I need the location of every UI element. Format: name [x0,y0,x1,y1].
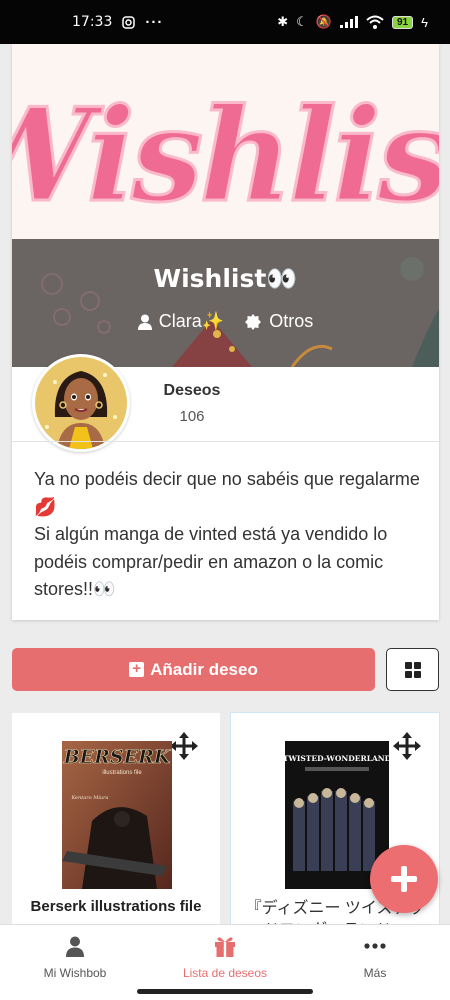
battery-icon: 91 [391,15,414,29]
wishlist-banner: Wishlist [12,44,439,239]
stats-label: Deseos [163,382,221,399]
home-indicator [137,989,313,994]
nav-label: Mi Wishbob [43,966,107,980]
plus-square-icon: + [129,661,145,677]
description-line: Ya no podéis decir que no sabéis que reg… [34,469,420,517]
add-wish-fab[interactable] [370,845,438,913]
svg-text:TWISTED-WONDERLAND: TWISTED-WONDERLAND [285,754,389,763]
nav-item-mi-wishbob[interactable]: Mi Wishbob [0,925,150,1000]
description-line: Si algún manga de vinted está ya vendido… [34,524,388,599]
wishlist-title: Wishlist👀 [153,264,298,293]
wish-stats: Deseos 106 [157,382,227,425]
wifi-icon [366,15,384,29]
banner-decoration [41,257,439,367]
owner-name: Clara✨ [158,311,225,331]
avatar-illustration [35,357,127,449]
move-icon[interactable] [169,731,199,761]
add-wish-label: Añadir deseo [150,659,258,679]
nav-item-mas[interactable]: Más [300,925,450,1000]
category-name: Otros [269,311,314,331]
instagram-icon [122,15,136,29]
gift-icon [215,937,235,957]
wishlist-description: Ya no podéis decir que no sabéis que reg… [34,466,429,604]
svg-text:BERSERK: BERSERK [63,746,172,768]
book-cover-berserk: BERSERK illustrations file Kentaro Miura [62,741,172,889]
user-icon [66,936,84,957]
more-icon [364,943,386,949]
wishlist-category[interactable]: Otros [244,311,313,332]
mute-icon: 🔕 [315,14,332,29]
grid-view-button[interactable] [386,648,439,691]
add-wish-button[interactable]: + Añadir deseo [12,648,375,691]
moon-icon: ☾ [296,14,308,29]
nav-label: Más [363,966,387,980]
item-title[interactable]: Berserk illustrations file [12,898,220,915]
plus-icon [391,866,417,892]
move-icon[interactable] [392,731,422,761]
wishlist-meta: Clara✨ Otros [12,311,439,332]
charging-icon: ϟ [421,14,428,30]
more-icon: ··· [145,13,164,31]
wish-item-card[interactable]: BERSERK illustrations file Kentaro Miura… [12,713,220,928]
wishlist-header-card: Wishlist Wishlist👀 Clara✨ Otros [12,44,439,620]
nav-label: Lista de deseos [182,966,268,980]
wishlist-owner[interactable]: Clara✨ [137,311,225,332]
svg-text:Wishlist: Wishlist [12,81,439,231]
grid-icon [404,661,421,678]
divider [12,441,439,442]
banner-script-art: Wishlist [12,80,439,233]
wishlist-banner-overlay: Wishlist👀 Clara✨ Otros [12,239,439,367]
avatar[interactable] [32,354,130,452]
stats-count: 106 [179,408,205,425]
svg-text:illustrations file: illustrations file [102,770,142,776]
user-icon [137,314,152,330]
bluetooth-icon: ✱ [277,14,289,29]
signal-icon [339,16,358,28]
badge-icon [245,313,262,330]
status-bar: 17:33 ··· ✱ ☾ 🔕 91 ϟ [0,0,450,44]
status-time: 17:33 [72,14,113,30]
svg-text:Kentaro Miura: Kentaro Miura [70,795,108,801]
